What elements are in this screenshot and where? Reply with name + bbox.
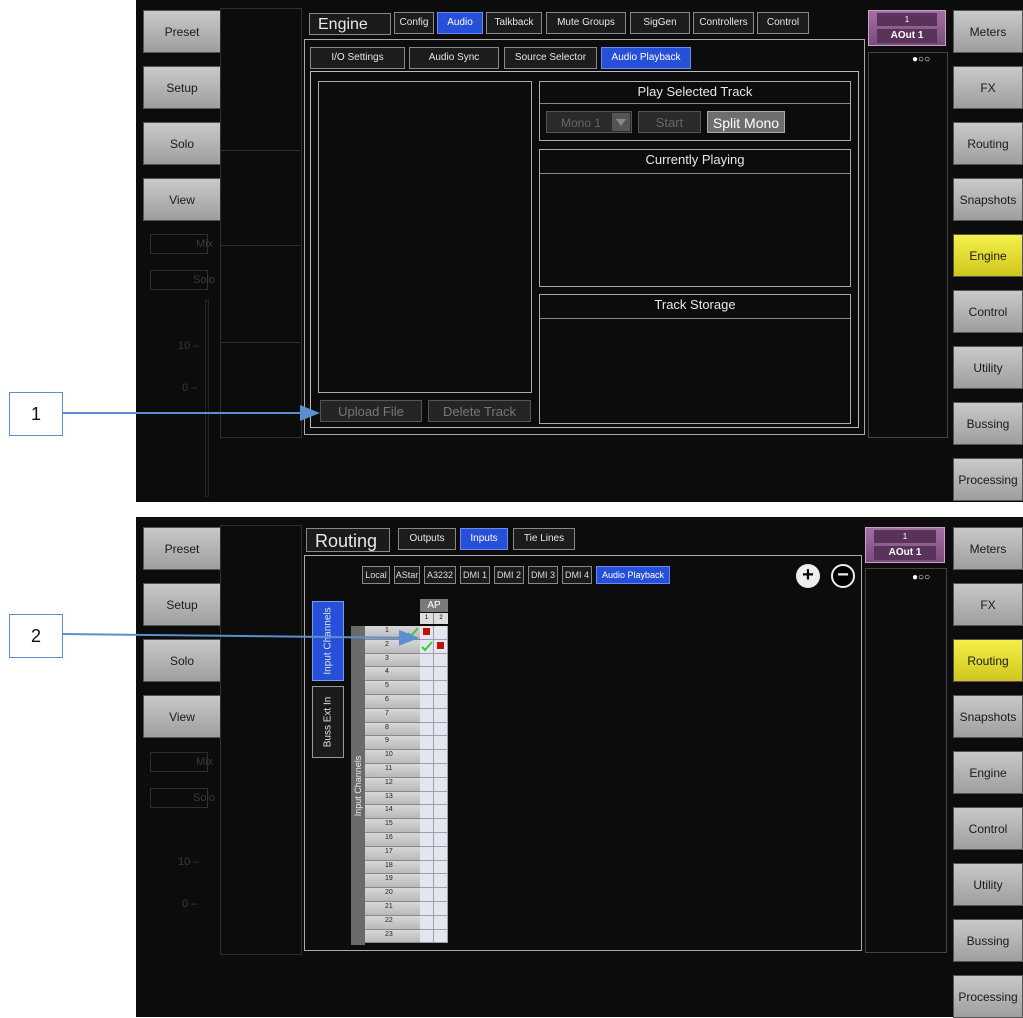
callout-arrows	[62, 405, 419, 646]
arrow-2	[62, 629, 419, 646]
